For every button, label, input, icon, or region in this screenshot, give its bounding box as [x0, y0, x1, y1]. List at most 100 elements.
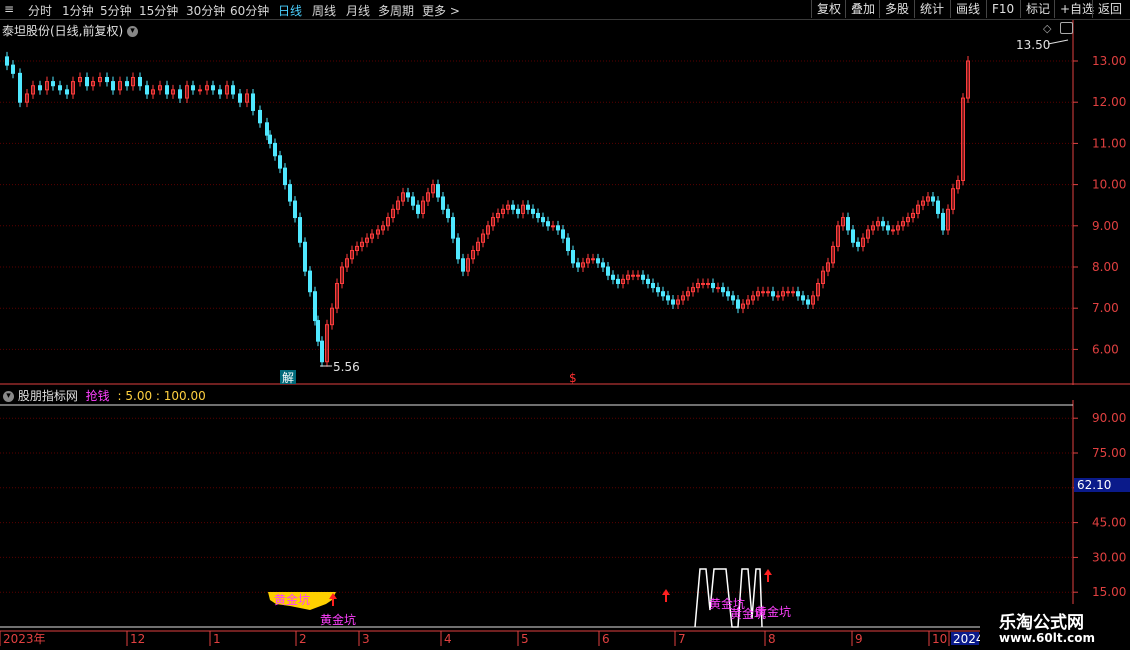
candle-body — [711, 282, 715, 289]
candle-body — [891, 229, 895, 232]
candle-body — [551, 225, 555, 228]
candle-body — [596, 258, 600, 264]
candle-body — [636, 274, 640, 277]
candle-body — [165, 85, 169, 95]
candle-body — [666, 295, 670, 301]
candle-body — [320, 340, 324, 363]
candle-body — [631, 274, 635, 277]
candle-body — [191, 85, 195, 91]
date-tick-label: 7 — [678, 632, 686, 646]
date-tick-label: 6 — [602, 632, 610, 646]
candle-body — [701, 282, 705, 285]
candle-body — [856, 241, 860, 247]
candle-body — [198, 89, 202, 92]
dollar-mark: $ — [569, 371, 577, 385]
candle-body — [441, 196, 445, 210]
price-tick-label: 9.00 — [1092, 219, 1119, 233]
indicator-tick-label: 90.00 — [1092, 411, 1126, 425]
candle-body — [606, 266, 610, 276]
candle-body — [251, 93, 255, 111]
candle-body — [796, 291, 800, 297]
candle-body — [531, 208, 535, 214]
date-tick-label: 10 — [932, 632, 947, 646]
price-tick-label: 6.00 — [1092, 342, 1119, 356]
indicator-source: 股朋指标网 — [17, 389, 78, 403]
chevron-down-icon[interactable]: ▾ — [3, 391, 14, 402]
candle-body — [601, 262, 605, 268]
current-value-label: 62.10 — [1077, 478, 1111, 492]
candle-body — [273, 142, 277, 157]
candle-body — [85, 76, 89, 87]
date-tick-label: 5 — [521, 632, 529, 646]
kline-chart[interactable]: 13.00 12.00 11.00 10.00 9.00 8.00 7.00 6.00 13.5… — [0, 0, 1130, 650]
indicator-tick-label: 75.00 — [1092, 446, 1126, 460]
candle-body — [931, 196, 935, 202]
candle-body — [125, 81, 129, 87]
candle-body — [406, 192, 410, 198]
candle-body — [881, 221, 885, 227]
candle-body — [5, 56, 9, 66]
watermark-title: 乐淘公式网 — [999, 613, 1084, 633]
candle-body — [178, 89, 182, 99]
candle-body — [313, 291, 317, 322]
candle-body — [65, 89, 69, 95]
candle-body — [661, 291, 665, 297]
candle-body — [288, 184, 292, 202]
price-tick-label: 10.00 — [1092, 178, 1126, 192]
candle-body — [456, 237, 460, 260]
candle-body — [446, 208, 450, 219]
candle-body — [18, 72, 22, 103]
candle-body — [776, 295, 780, 298]
chevron-down-icon[interactable]: ▾ — [127, 26, 139, 37]
candle-body — [791, 291, 795, 294]
candle-body — [571, 250, 575, 264]
date-tick-label: 3 — [362, 632, 370, 646]
candle-body — [846, 217, 850, 231]
candle-body — [283, 167, 287, 186]
candle-body — [566, 237, 570, 252]
candle-body — [851, 229, 855, 243]
candle-body — [51, 81, 55, 87]
candle-body — [516, 208, 520, 214]
candle-body — [556, 225, 560, 231]
date-tick-label: 12 — [130, 632, 145, 646]
indicator-name: 抢钱 — [85, 389, 110, 403]
candle-body — [138, 76, 142, 87]
candle-body — [671, 299, 675, 305]
candle-body — [145, 85, 149, 95]
candle-body — [268, 134, 272, 144]
date-tick-label: 9 — [855, 632, 863, 646]
candle-body — [806, 299, 810, 305]
price-tick-label: 11.00 — [1092, 136, 1126, 150]
candle-body — [58, 85, 62, 91]
high-price-marker: 13.50 — [1016, 38, 1050, 52]
date-tick-label: 1 — [213, 632, 221, 646]
candle-body — [461, 258, 465, 272]
window-icon[interactable] — [1060, 22, 1073, 34]
candle-body — [721, 287, 725, 293]
high-marker-arrow — [1047, 39, 1069, 45]
candle-body — [536, 212, 540, 219]
year-badge: 2024 — [953, 632, 984, 646]
price-tick-label: 8.00 — [1092, 260, 1119, 274]
candle-body — [726, 291, 730, 297]
diamond-icon[interactable]: ◇ — [1043, 22, 1051, 35]
candle-body — [526, 204, 530, 210]
candle-body — [611, 274, 615, 280]
candle-body — [298, 217, 302, 243]
candle-body — [941, 212, 945, 231]
stock-title-text: 泰坦股份(日线,前复权) — [2, 24, 124, 38]
candle-body — [761, 291, 765, 294]
indicator-tick-label: 15.00 — [1092, 585, 1126, 599]
red-arrow-icon — [764, 569, 772, 575]
price-tick-label: 13.00 — [1092, 54, 1126, 68]
candle-body — [561, 229, 565, 239]
candle-body — [801, 295, 805, 301]
date-tick-label: 2 — [299, 632, 307, 646]
candle-body — [258, 109, 262, 124]
date-tick-label: 2023年 — [3, 632, 46, 646]
candle-body — [511, 204, 515, 210]
date-tick-label: 4 — [444, 632, 452, 646]
candle-body — [786, 291, 790, 294]
candle-body — [766, 291, 770, 294]
